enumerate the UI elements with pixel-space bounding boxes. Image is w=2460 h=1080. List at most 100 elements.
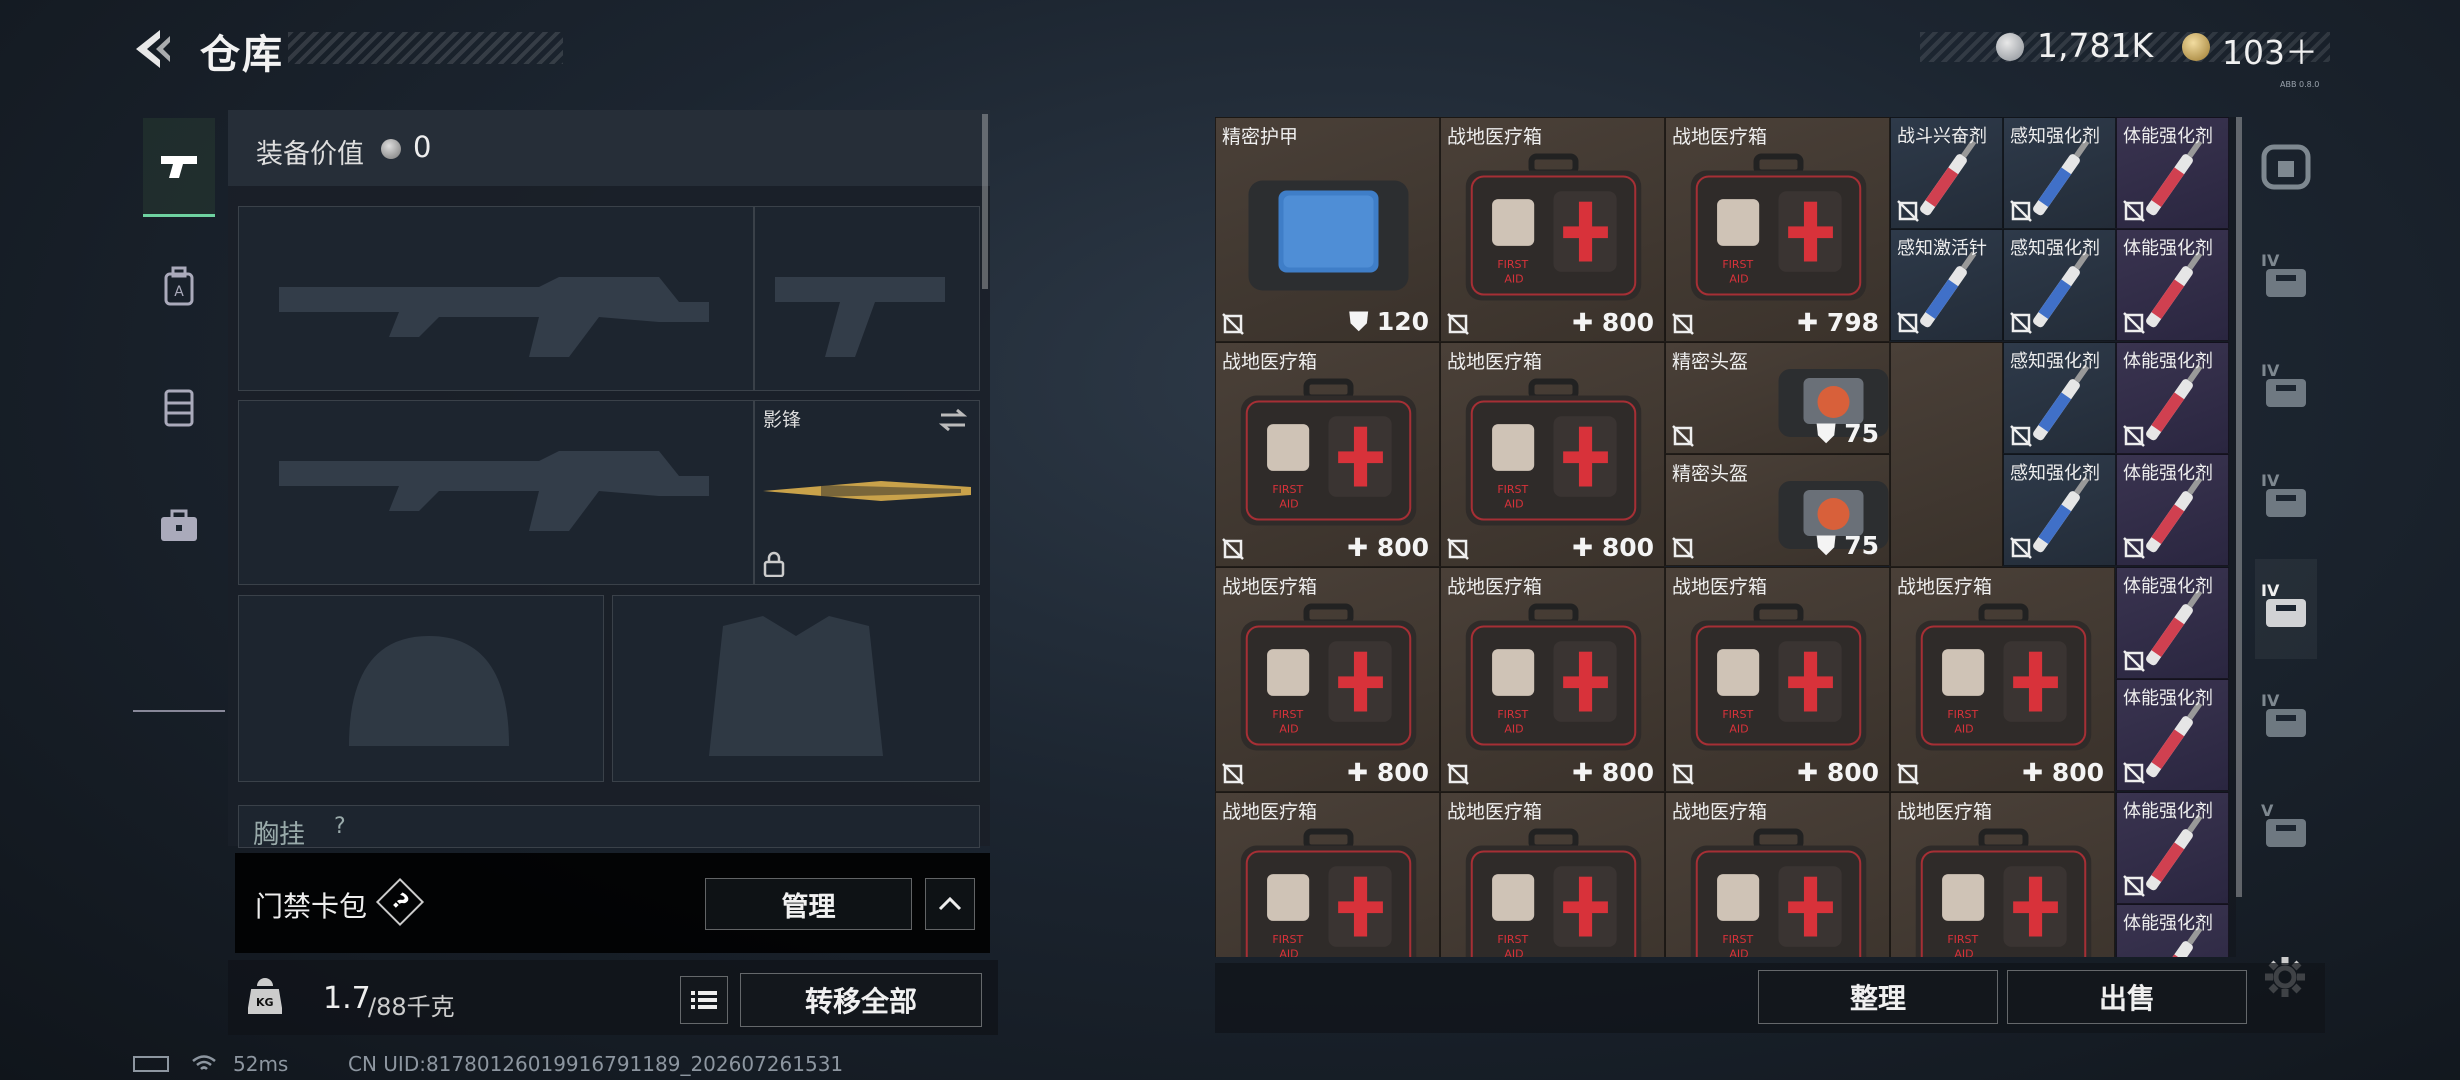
category-tab-0[interactable] — [2255, 117, 2317, 217]
grid-item-tile[interactable]: 体能强化剂 — [2116, 679, 2229, 791]
item-name: 战地医疗箱 — [1222, 801, 1318, 823]
grid-item-tile[interactable]: FIRST AID 战地医疗箱 — [1440, 792, 1665, 957]
gold-coin-icon — [2182, 33, 2210, 61]
heal-plus-icon: ✚ — [1572, 533, 1602, 562]
helmet-slot[interactable] — [238, 595, 604, 782]
chest-rig-slot[interactable]: 胸挂 ? — [238, 805, 980, 850]
category-tab-3[interactable]: IV — [2255, 449, 2317, 549]
back-arrow-icon[interactable] — [130, 26, 176, 72]
item-name: 战地医疗箱 — [1672, 576, 1768, 598]
title-stripe — [288, 32, 563, 64]
svg-text:AID: AID — [1954, 722, 1973, 735]
status-bar: 52ms CN UID:81780126019916791189_2026072… — [133, 1052, 1033, 1078]
item-value: 798 — [1826, 308, 1879, 337]
grid-item-tile[interactable]: FIRST AID 战地医疗箱 — [1890, 792, 2115, 957]
swap-icon[interactable] — [937, 407, 969, 433]
tab-vest[interactable] — [143, 358, 215, 454]
primary-weapon-slot[interactable] — [238, 206, 754, 391]
grid-item-tile[interactable]: FIRST AID 战地医疗箱 ✚ 800 — [1665, 567, 1890, 792]
item-name: 感知强化剂 — [2010, 238, 2100, 259]
grid-item-tile[interactable]: 体能强化剂 — [2116, 567, 2229, 679]
svg-text:AID: AID — [1729, 722, 1748, 735]
item-name: 感知强化剂 — [2010, 351, 2100, 372]
grid-item-tile[interactable]: FIRST AID 战地医疗箱 ✚ 800 — [1890, 567, 2115, 792]
manage-button[interactable]: 管理 — [705, 878, 912, 930]
wifi-icon — [192, 1055, 216, 1070]
no-insure-icon — [2123, 537, 2145, 559]
item-name: 体能强化剂 — [2123, 351, 2213, 372]
grid-item-tile[interactable]: 体能强化剂 — [2116, 904, 2229, 957]
svg-text:FIRST: FIRST — [1497, 708, 1528, 721]
grid-item-tile[interactable]: 精密护甲 ⛊ 120 — [1215, 117, 1440, 342]
grid-item-tile[interactable]: FIRST AID 战地医疗箱 ✚ 800 — [1440, 117, 1665, 342]
value-coin-icon — [381, 139, 401, 159]
grid-item-tile[interactable]: 体能强化剂 — [2116, 117, 2229, 229]
grid-item-tile[interactable]: FIRST AID 战地医疗箱 ✚ 798 — [1665, 117, 1890, 342]
tab-toolbox[interactable] — [143, 478, 215, 574]
grid-item-tile[interactable]: 体能强化剂 — [2116, 342, 2229, 454]
category-tab-4[interactable]: IV — [2255, 559, 2317, 659]
tier-label: IV — [2261, 471, 2280, 490]
grid-item-tile[interactable]: 战斗兴奋剂 — [1890, 117, 2003, 229]
shield-icon: ⛊ — [1816, 419, 1845, 448]
category-tab-6[interactable]: V — [2255, 779, 2317, 879]
grid-item-tile[interactable]: 感知强化剂 — [2003, 117, 2116, 229]
grid-item-tile[interactable]: FIRST AID 战地医疗箱 — [1215, 792, 1440, 957]
item-name: 精密头盔 — [1672, 351, 1749, 373]
equipment-value: 0 — [413, 130, 432, 164]
collapse-button[interactable] — [925, 878, 975, 930]
tab-weapons[interactable] — [143, 118, 215, 217]
grid-scrollbar[interactable] — [2236, 117, 2242, 897]
svg-text:AID: AID — [1504, 497, 1523, 510]
svg-text:AID: AID — [1279, 722, 1298, 735]
grid-item-tile[interactable]: 感知激活针 — [1890, 229, 2003, 341]
grid-item-tile[interactable]: 感知强化剂 — [2003, 229, 2116, 341]
version-label: ABB 0.8.0 — [2280, 80, 2320, 89]
item-name: 战地医疗箱 — [1447, 576, 1543, 598]
grid-item-tile[interactable]: 体能强化剂 — [2116, 792, 2229, 904]
weight-icon-text: KG — [256, 996, 274, 1009]
weight-max: /88千克 — [368, 993, 455, 1021]
grid-item-tile[interactable]: FIRST AID 战地医疗箱 ✚ 800 — [1440, 567, 1665, 792]
no-insure-icon — [1447, 313, 1469, 335]
list-icon — [691, 991, 717, 1009]
melee-slot[interactable]: 影锋 — [754, 400, 980, 585]
rifle-silhouette-icon — [279, 277, 709, 357]
transfer-all-button[interactable]: 转移全部 — [740, 973, 982, 1027]
grid-item-tile[interactable]: 感知强化剂 — [2003, 454, 2116, 566]
tab-backpack[interactable]: A — [143, 238, 215, 334]
sort-button[interactable]: 整理 — [1758, 970, 1998, 1024]
item-name: 战地医疗箱 — [1897, 801, 1993, 823]
grid-item-tile[interactable]: 感知强化剂 — [2003, 342, 2116, 454]
grid-item-tile[interactable]: 精密头盔 ⛊ 75 — [1665, 454, 1890, 566]
help-icon[interactable]: ? — [375, 877, 425, 927]
grid-item-tile[interactable]: FIRST AID 战地医疗箱 — [1665, 792, 1890, 957]
grid-item-tile[interactable]: FIRST AID 战地医疗箱 ✚ 800 — [1215, 342, 1440, 567]
empty-grid-cell[interactable] — [1890, 342, 2003, 567]
secondary-weapon-slot[interactable] — [238, 400, 754, 585]
chevron-up-icon — [938, 896, 962, 911]
grid-item-tile[interactable]: 体能强化剂 — [2116, 229, 2229, 341]
no-insure-icon — [2123, 875, 2145, 897]
svg-text:AID: AID — [1729, 947, 1748, 957]
svg-text:FIRST: FIRST — [1497, 933, 1528, 946]
sidearm-slot[interactable] — [754, 206, 980, 391]
item-name: 战地医疗箱 — [1447, 801, 1543, 823]
knife-icon — [763, 481, 971, 501]
grid-item-tile[interactable]: 体能强化剂 — [2116, 454, 2229, 566]
equipment-scrollbar[interactable] — [982, 114, 988, 289]
sell-button[interactable]: 出售 — [2007, 970, 2247, 1024]
grid-item-tile[interactable]: FIRST AID 战地医疗箱 ✚ 800 — [1215, 567, 1440, 792]
item-durability-value: ✚ 798 — [1797, 308, 1879, 337]
grid-item-tile[interactable]: 精密头盔 ⛊ 75 — [1665, 342, 1890, 454]
shield-icon: ⛊ — [1816, 531, 1845, 560]
category-tab-5[interactable]: IV — [2255, 669, 2317, 769]
svg-text:A: A — [174, 284, 184, 300]
category-tab-2[interactable]: IV — [2255, 339, 2317, 439]
grid-item-tile[interactable]: FIRST AID 战地医疗箱 ✚ 800 — [1440, 342, 1665, 567]
item-value: 800 — [1376, 533, 1429, 562]
list-view-button[interactable] — [680, 976, 728, 1024]
category-tab-1[interactable]: IV — [2255, 229, 2317, 329]
item-durability-value: ⛊ 120 — [1349, 307, 1429, 337]
armor-slot[interactable] — [612, 595, 980, 782]
